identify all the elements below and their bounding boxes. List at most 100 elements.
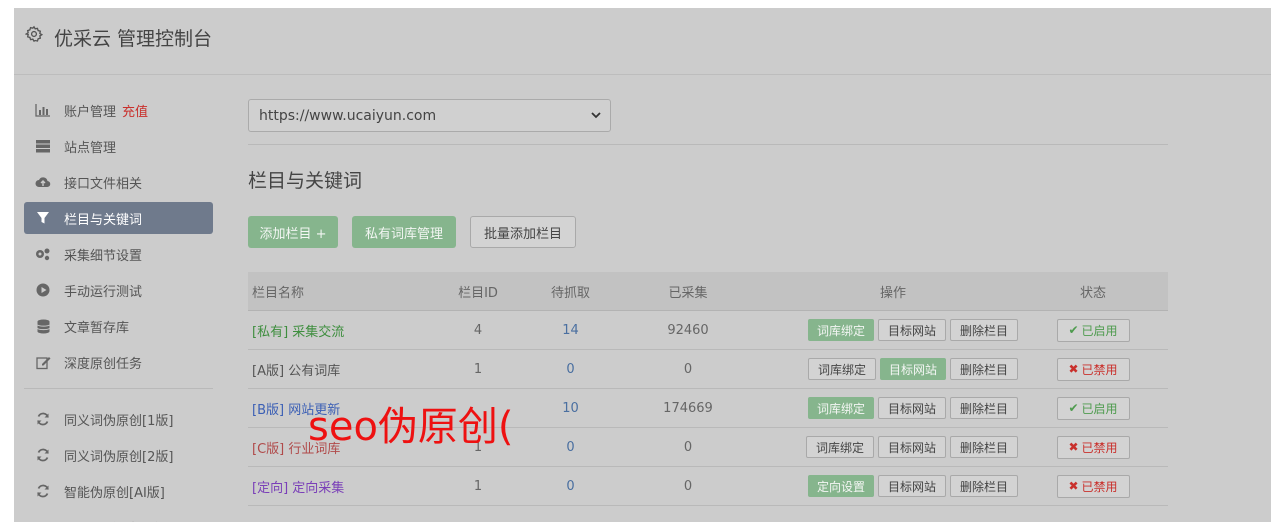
add-column-button[interactable]: 添加栏目 + xyxy=(248,216,338,248)
collected-count: 174669 xyxy=(663,400,713,416)
sidebar-item-label: 手动运行测试 xyxy=(64,284,143,300)
state-cell: ✔ 已启用 xyxy=(1018,318,1168,342)
sidebar-item[interactable]: 站点管理 xyxy=(24,130,213,162)
column-name: 采集交流 xyxy=(292,324,345,340)
lib-bind-button[interactable]: 词库绑定 xyxy=(807,358,876,380)
pending-count[interactable]: 0 xyxy=(533,479,608,494)
state-label: 已禁用 xyxy=(1081,479,1118,494)
delete-column-button[interactable]: 删除栏目 xyxy=(949,475,1018,497)
sidebar-item[interactable]: 账户管理 充值 xyxy=(24,94,213,126)
column-name-cell[interactable]: [定向] 定向采集 xyxy=(248,477,423,496)
column-name: 定向采集 xyxy=(292,480,345,496)
check-icon: ✔ xyxy=(1068,323,1079,337)
table-header: 栏目名称 栏目ID 待抓取 已采集 操作 状态 xyxy=(248,272,1168,311)
lib-bind-button[interactable]: 定向设置 xyxy=(807,475,874,497)
lib-bind-button[interactable]: 词库绑定 xyxy=(807,319,874,341)
columns-table: 栏目名称 栏目ID 待抓取 已采集 操作 状态 [私有] 采集交流 4 14 9246… xyxy=(248,272,1168,506)
sidebar-item[interactable]: 文章暂存库 xyxy=(24,310,213,342)
delete-column-button[interactable]: 删除栏目 xyxy=(949,319,1018,341)
sidebar-item[interactable]: 接口文件相关 xyxy=(24,166,213,198)
state-toggle-button[interactable]: ✖ 已禁用 xyxy=(1056,357,1130,381)
col-header-state: 状态 xyxy=(1079,285,1106,301)
edit-icon xyxy=(35,519,51,522)
recharge-link[interactable]: 充值 xyxy=(122,101,148,120)
pending-count[interactable]: 0 xyxy=(533,362,608,377)
state-toggle-button[interactable]: ✖ 已禁用 xyxy=(1056,435,1130,459)
sidebar-item[interactable]: 采集细节设置 xyxy=(24,238,213,270)
edit-icon xyxy=(35,354,51,370)
sidebar-item[interactable]: 同义词伪原创[2版] xyxy=(24,439,213,471)
private-lib-button[interactable]: 私有词库管理 xyxy=(352,216,456,248)
sidebar-item-label: 文章暂存库 xyxy=(64,320,130,336)
row-actions: 词库绑定 目标网站 删除栏目 xyxy=(768,319,1018,341)
close-icon: ✖ xyxy=(1068,479,1079,493)
pending-count[interactable]: 14 xyxy=(533,323,608,338)
divider xyxy=(248,144,1168,145)
delete-column-button[interactable]: 删除栏目 xyxy=(949,436,1018,458)
page-frame: 优采云 管理控制台 账户管理 充值 站点管理 接口文件相关 栏目与关键词 采集细节设置 手动… xyxy=(8,6,1271,522)
collected-count: 0 xyxy=(683,439,693,455)
sidebar-item-label: 接口文件相关 xyxy=(64,176,143,192)
sidebar-item[interactable]: 栏目与关键词 xyxy=(24,202,213,234)
site-select-value: https://www.ucaiyun.com xyxy=(259,107,437,124)
row-actions: 词库绑定 目标网站 删除栏目 xyxy=(768,436,1018,458)
state-label: 已禁用 xyxy=(1081,440,1118,455)
refresh-icon xyxy=(35,411,51,427)
pending-count[interactable]: 10 xyxy=(533,401,608,416)
close-icon: ✖ xyxy=(1068,362,1079,376)
target-site-button[interactable]: 目标网站 xyxy=(877,397,946,419)
filter-icon xyxy=(35,210,51,226)
pending-count[interactable]: 0 xyxy=(533,440,608,455)
state-cell: ✔ 已启用 xyxy=(1018,396,1168,420)
row-actions: 词库绑定 目标网站 删除栏目 xyxy=(768,397,1018,419)
column-tag: [私有] xyxy=(252,324,289,340)
sidebar-item-label: 账户管理 xyxy=(64,104,117,120)
refresh-icon xyxy=(35,447,51,463)
collected-count: 0 xyxy=(683,361,693,377)
target-site-button[interactable]: 目标网站 xyxy=(877,475,946,497)
batch-add-button[interactable]: 批量添加栏目 xyxy=(470,216,576,248)
gears-icon xyxy=(35,246,51,262)
console-title: 优采云 管理控制台 xyxy=(54,28,213,50)
state-toggle-button[interactable]: ✔ 已启用 xyxy=(1056,318,1130,342)
sidebar-item[interactable]: 智能伪原创[AI版] xyxy=(24,475,213,507)
column-name-cell[interactable]: [A版] 公有词库 xyxy=(248,360,423,379)
col-header-name: 栏目名称 xyxy=(252,285,305,301)
close-icon: ✖ xyxy=(1068,440,1079,454)
column-name-cell[interactable]: [私有] 采集交流 xyxy=(248,321,423,340)
check-icon: ✔ xyxy=(1068,401,1079,415)
row-actions: 词库绑定 目标网站 删除栏目 xyxy=(768,358,1018,380)
column-id: 4 xyxy=(473,322,483,338)
column-tag: [B版] xyxy=(252,402,285,418)
sidebar-item-label: 采集细节设置 xyxy=(64,248,143,264)
site-select[interactable]: https://www.ucaiyun.com xyxy=(248,99,611,132)
column-id: 1 xyxy=(473,478,483,494)
col-header-pending: 待抓取 xyxy=(550,285,590,301)
sidebar-item[interactable]: 深度原创任务 xyxy=(24,346,213,378)
chevron-down-icon xyxy=(591,112,601,119)
state-label: 已启用 xyxy=(1081,401,1118,416)
gear-icon[interactable] xyxy=(25,25,43,43)
column-tag: [A版] xyxy=(252,363,285,379)
state-label: 已禁用 xyxy=(1081,362,1118,377)
sidebar-item[interactable]: UWriter深度原创 xyxy=(24,511,213,522)
column-name: 公有词库 xyxy=(288,363,341,379)
state-toggle-button[interactable]: ✖ 已禁用 xyxy=(1056,474,1130,498)
state-toggle-button[interactable]: ✔ 已启用 xyxy=(1056,396,1130,420)
lib-bind-button[interactable]: 词库绑定 xyxy=(805,436,874,458)
target-site-button[interactable]: 目标网站 xyxy=(879,358,946,380)
row-actions: 定向设置 目标网站 删除栏目 xyxy=(768,475,1018,497)
delete-column-button[interactable]: 删除栏目 xyxy=(949,358,1018,380)
column-id: 1 xyxy=(473,361,483,377)
sidebar: 账户管理 充值 站点管理 接口文件相关 栏目与关键词 采集细节设置 手动运行测试 文章暂存库深… xyxy=(24,94,213,522)
delete-column-button[interactable]: 删除栏目 xyxy=(949,397,1018,419)
server-icon xyxy=(35,138,51,154)
sidebar-item[interactable]: 同义词伪原创[1版] xyxy=(24,403,213,435)
lib-bind-button[interactable]: 词库绑定 xyxy=(807,397,874,419)
col-header-id: 栏目ID xyxy=(458,285,498,301)
target-site-button[interactable]: 目标网站 xyxy=(877,436,946,458)
state-cell: ✖ 已禁用 xyxy=(1018,435,1168,459)
target-site-button[interactable]: 目标网站 xyxy=(877,319,946,341)
sidebar-item[interactable]: 手动运行测试 xyxy=(24,274,213,306)
collected-count: 92460 xyxy=(667,322,709,338)
